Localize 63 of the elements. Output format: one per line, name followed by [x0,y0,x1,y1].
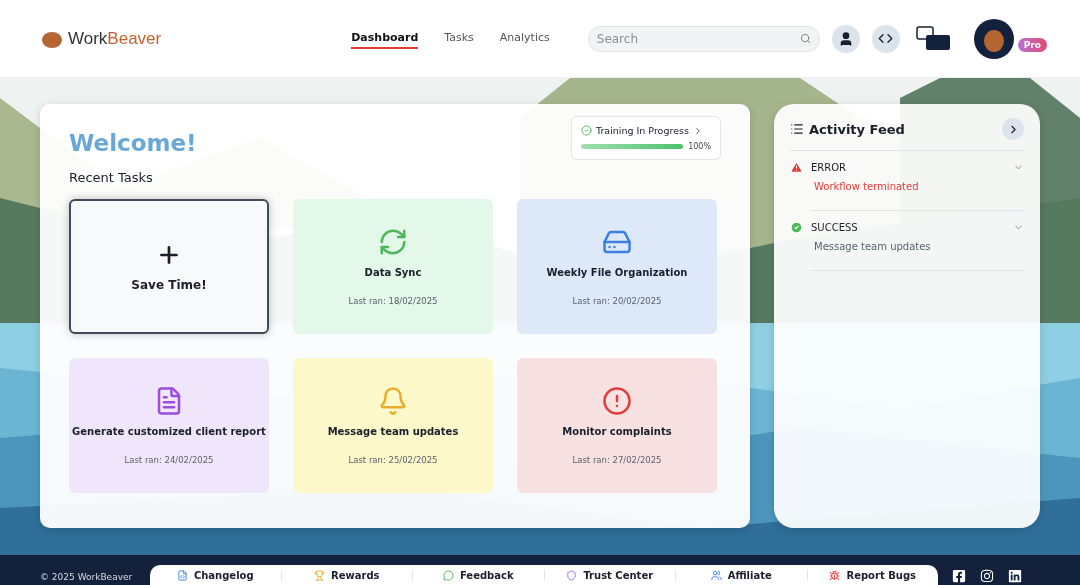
search-icon [799,32,811,44]
list-icon [790,122,804,136]
task-card[interactable]: Message team updates Last ran: 25/02/2025 [293,358,493,493]
task-card[interactable]: Data Sync Last ran: 18/02/2025 [293,199,493,334]
task-card[interactable]: Generate customized client report Last ran: 24/02/2025 [69,358,269,493]
task-card[interactable]: Monitor complaints Last ran: 27/02/2025 [517,358,717,493]
task-card[interactable]: Weekly File Organization Last ran: 20/02/2025 [517,199,717,334]
footer-link[interactable]: Rewards [281,569,413,581]
task-title: Monitor complaints [562,426,672,437]
task-title: Save Time! [131,277,207,292]
footer-link[interactable]: Report Bugs [807,569,938,581]
people-icon [710,569,722,581]
shield-icon [566,569,578,581]
check-icon [581,125,592,136]
progress-reading: 100% [688,142,711,151]
sync-icon [378,227,408,257]
activity-message: Message team updates [814,241,932,252]
welcome-heading: Welcome! [69,130,197,156]
trophy-icon [314,569,325,581]
linkedin-icon[interactable] [1008,569,1022,583]
nav-tab[interactable]: Analytics [499,28,550,49]
code-icon [878,31,894,46]
last-ran: Last ran: 18/02/2025 [348,296,438,306]
training-label: Training In Progress [596,125,689,136]
new-task-card[interactable]: Save Time! [69,199,269,334]
pro-badge: Pro [1017,37,1047,52]
activity-message: Workflow terminated [814,181,920,192]
bug-icon [829,569,841,581]
status-label: ERROR [811,162,848,173]
bell-icon [378,386,408,416]
status-label: SUCCESS [811,222,859,233]
task-title: Weekly File Organization [546,267,688,278]
last-ran: Last ran: 25/02/2025 [348,455,438,465]
task-title: Generate customized client report [72,426,266,437]
panel-title-text: Activity Feed [809,121,905,137]
screens-icon[interactable] [915,25,952,52]
task-title: Message team updates [327,426,459,437]
section-title: Recent Tasks [69,170,154,185]
search-field[interactable]: Search [587,25,820,52]
avatar[interactable] [973,18,1014,59]
logo-text: WorkBeaver [68,28,162,49]
next-button[interactable] [1002,118,1024,140]
footer-link[interactable]: Affiliate [676,569,808,581]
instagram-icon[interactable] [980,569,994,583]
chat-icon [442,569,454,581]
profile-button[interactable] [831,24,860,53]
footer-link[interactable]: Feedback [413,569,545,581]
training-card[interactable]: Training In Progress 100% [571,116,721,160]
last-ran: Last ran: 20/02/2025 [572,296,662,306]
facebook-icon[interactable] [952,569,966,583]
last-ran: Last ran: 24/02/2025 [124,455,214,465]
last-ran: Last ran: 27/02/2025 [572,455,662,465]
nav-tab[interactable]: Tasks [444,28,474,49]
footer-link[interactable]: Changelog [150,569,282,581]
copyright: © 2025 WorkBeaver [40,572,134,582]
check-icon [790,221,803,234]
task-title: Data Sync [364,267,422,278]
footer-link[interactable]: Trust Center [544,569,676,581]
warning-icon [790,161,803,174]
document-icon [176,569,188,581]
alert-icon [602,386,632,416]
code-button[interactable] [871,24,900,53]
nav-tab[interactable]: Dashboard [351,28,419,49]
